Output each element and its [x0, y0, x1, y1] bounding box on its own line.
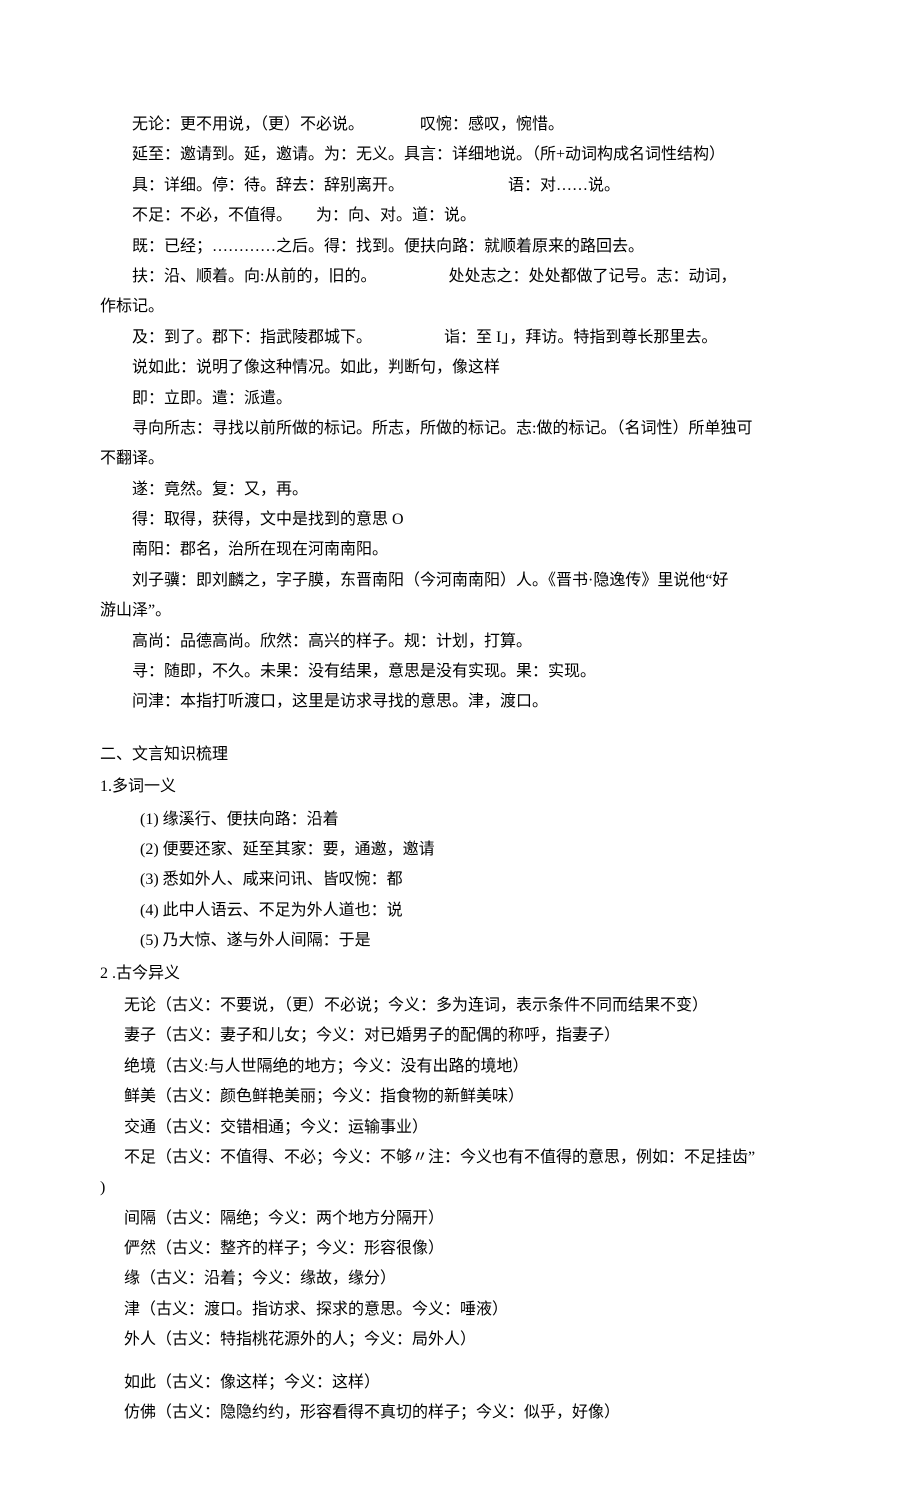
list-item: (3) 悉如外人、咸来问讯、皆叹惋：都: [100, 865, 820, 895]
vocab-line: 具：详细。停：待。辞去：辞别离开。 语：对……说。: [100, 171, 820, 201]
vocab-line: 说如此：说明了像这种情况。如此，判断句，像这样: [100, 353, 820, 383]
vocab-wrap: 不翻译。: [100, 444, 820, 474]
vocab-line: 寻向所志：寻找以前所做的标记。所志，所做的标记。志:做的标记。（名词性）所单独可: [100, 414, 820, 444]
vocab-line: 刘子骥：即刘麟之，字子膜，东晋南阳（今河南南阳）人。《晋书·隐逸传》里说他“好: [100, 566, 820, 596]
list-item: 不足（古义：不值得、不必；今义：不够〃注：今义也有不值得的意思，例如：不足挂齿”: [100, 1143, 820, 1173]
vocab-wrap: 作标记。: [100, 292, 820, 322]
list-item: 仿佛（古义：隐隐约约，形容看得不真切的样子；今义：似乎，好像）: [100, 1398, 820, 1428]
list-item: 津（古义：渡口。指访求、探求的意思。今义：唾液）: [100, 1295, 820, 1325]
vocab-line: 无论：更不用说，（更）不必说。 叹惋：感叹，惋惜。: [100, 110, 820, 140]
vocab-line: 遂：竟然。复：又，再。: [100, 475, 820, 505]
vocab-line: 南阳：郡名，治所在现在河南南阳。: [100, 535, 820, 565]
vocab-line: 既：已经；…………之后。得：找到。便扶向路：就顺着原来的路回去。: [100, 232, 820, 262]
list-item: 如此（古义：像这样；今义：这样）: [100, 1368, 820, 1398]
vocab-line: 高尚：品德高尚。欣然：高兴的样子。规：计划，打算。: [100, 627, 820, 657]
vocab-line: 即：立即。遣：派遣。: [100, 384, 820, 414]
list-item: 无论（古义：不要说，（更）不必说；今义：多为连词，表示条件不同而结果不变）: [100, 991, 820, 1021]
list-item: 妻子（古义：妻子和儿女；今义：对已婚男子的配偶的称呼，指妻子）: [100, 1021, 820, 1051]
vocab-line: 及：到了。郡下：指武陵郡城下。 诣：至 I」，拜访。特指到尊长那里去。: [100, 323, 820, 353]
section-heading: 二、文言知识梳理: [100, 740, 820, 770]
list-item: 间隔（古义：隔绝；今义：两个地方分隔开）: [100, 1204, 820, 1234]
vocab-line: 扶：沿、顺着。向:从前的，旧的。 处处志之：处处都做了记号。志：动词，: [100, 262, 820, 292]
list-item: (1) 缘溪行、便扶向路：沿着: [100, 805, 820, 835]
list-item: 外人（古义：特指桃花源外的人；今义：局外人）: [100, 1325, 820, 1355]
vocab-line: 问津：本指打听渡口，这里是访求寻找的意思。津，渡口。: [100, 687, 820, 717]
list-wrap: ): [100, 1173, 820, 1203]
list-item: 缘（古义：沿着；今义：缘故，缘分）: [100, 1264, 820, 1294]
vocab-line: 得：取得，获得，文中是找到的意思 O: [100, 505, 820, 535]
document-page: 无论：更不用说，（更）不必说。 叹惋：感叹，惋惜。 延至：邀请到。延，邀请。为：…: [0, 0, 920, 1488]
list-item: 鲜美（古义：颜色鲜艳美丽；今义：指食物的新鲜美味）: [100, 1082, 820, 1112]
list-item: (4) 此中人语云、不足为外人道也：说: [100, 896, 820, 926]
vocab-line: 寻：随即，不久。未果：没有结果，意思是没有实现。果：实现。: [100, 657, 820, 687]
vocab-line: 不足：不必，不值得。 为：向、对。道：说。: [100, 201, 820, 231]
vocab-block: 无论：更不用说，（更）不必说。 叹惋：感叹，惋惜。 延至：邀请到。延，邀请。为：…: [100, 110, 820, 718]
vocab-line: 延至：邀请到。延，邀请。为：无义。具言：详细地说。（所+动词构成名词性结构）: [100, 140, 820, 170]
sub-heading-2: 2 .古今异义: [100, 959, 820, 989]
list-item: (5) 乃大惊、遂与外人间隔：于是: [100, 926, 820, 956]
sub-heading-1: 1.多词一义: [100, 772, 820, 802]
list-item: 俨然（古义：整齐的样子；今义：形容很像）: [100, 1234, 820, 1264]
list-item: 交通（古义：交错相通；今义：运输事业）: [100, 1113, 820, 1143]
vocab-wrap: 游山泽”。: [100, 596, 820, 626]
list-item: (2) 便要还家、延至其家：要，通邀，邀请: [100, 835, 820, 865]
list-item: 绝境（古义:与人世隔绝的地方；今义：没有出路的境地）: [100, 1052, 820, 1082]
